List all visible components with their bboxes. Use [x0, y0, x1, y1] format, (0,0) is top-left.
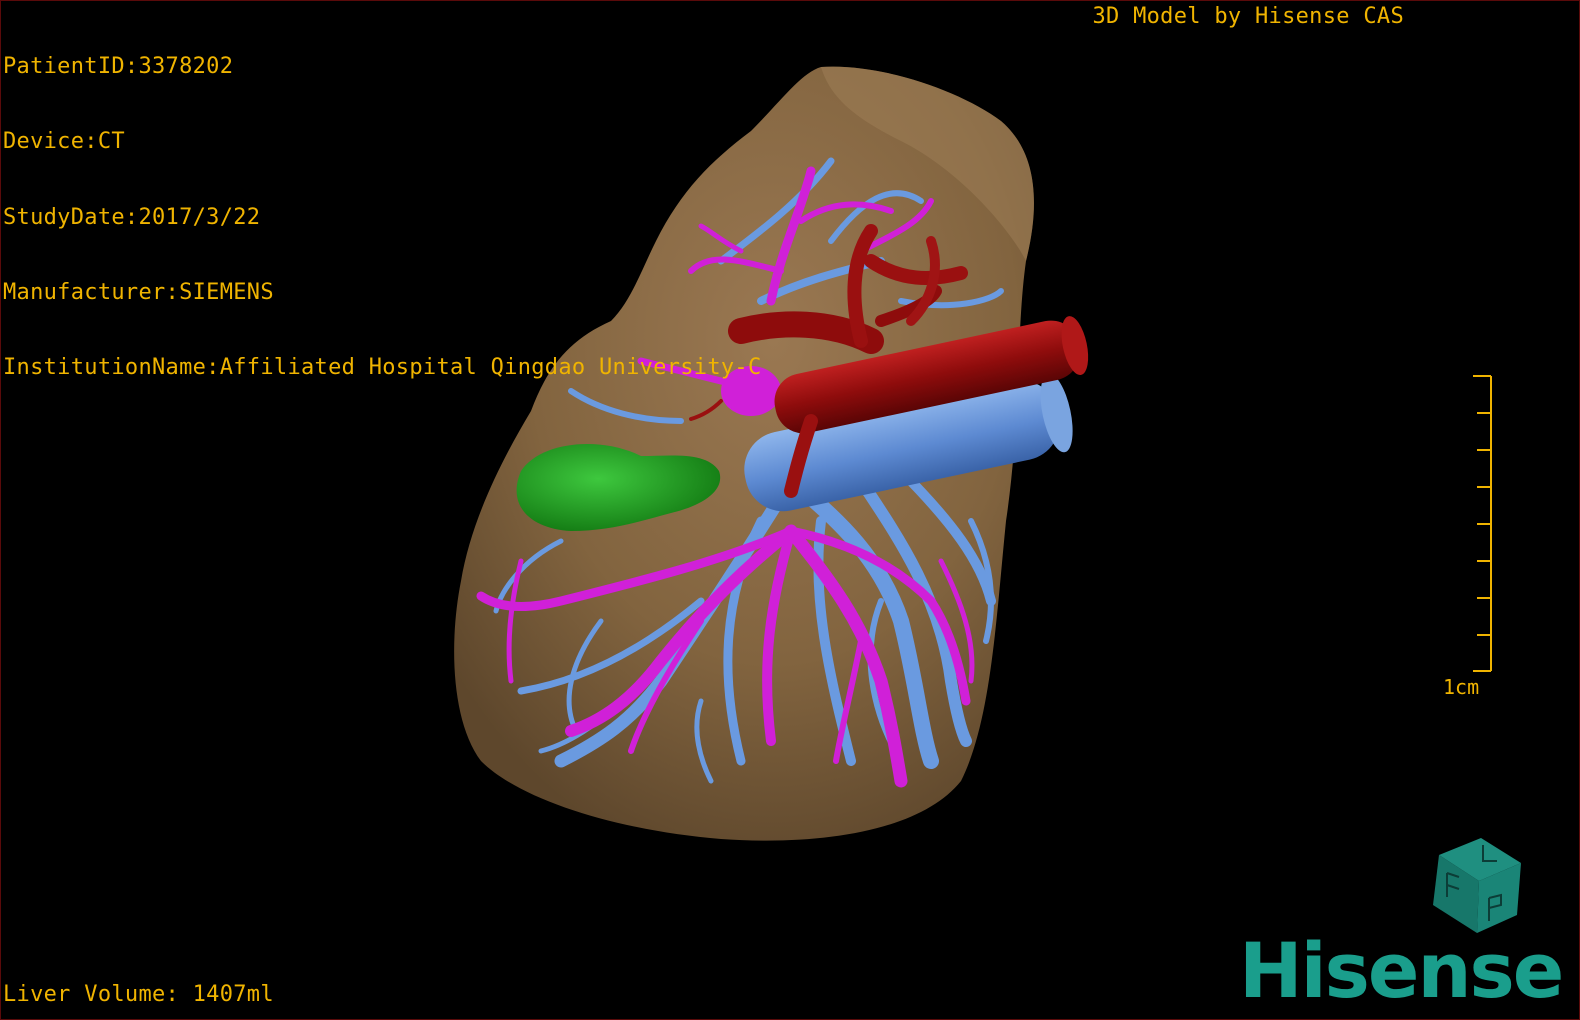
- model-credit: 3D Model by Hisense CAS: [1092, 4, 1404, 29]
- patient-info: PatientID:3378202 Device:CT StudyDate:20…: [3, 4, 762, 430]
- 3d-viewport[interactable]: PatientID:3378202 Device:CT StudyDate:20…: [0, 0, 1580, 1020]
- scale-label: 1cm: [1443, 675, 1480, 699]
- institution-name: InstitutionName:Affiliated Hospital Qing…: [3, 355, 762, 381]
- orientation-cube-icon[interactable]: [1419, 833, 1529, 938]
- device: Device:CT: [3, 129, 125, 155]
- patient-id: PatientID:3378202: [3, 54, 234, 79]
- liver-volume: Liver Volume: 1407ml: [3, 982, 274, 1007]
- manufacturer: Manufacturer:SIEMENS: [3, 279, 274, 305]
- study-date: StudyDate:2017/3/22: [3, 204, 261, 230]
- scale-bar: [1473, 375, 1492, 672]
- hisense-logo: Hisense: [1239, 926, 1564, 1015]
